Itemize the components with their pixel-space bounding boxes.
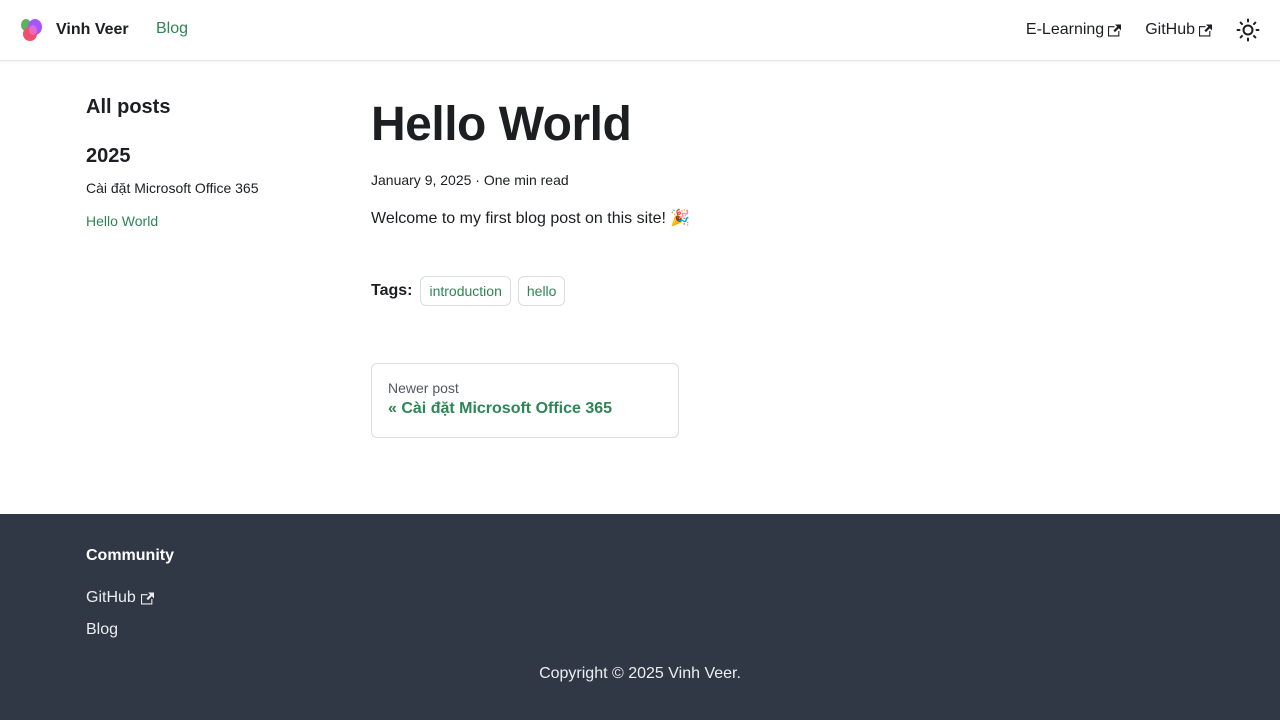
brand-logo-icon	[20, 18, 44, 42]
footer-copyright: Copyright © 2025 Vinh Veer.	[539, 665, 741, 682]
external-link-icon	[1199, 24, 1212, 36]
tags-label: Tags:	[371, 282, 413, 299]
footer-link-blog[interactable]: Blog	[86, 621, 118, 639]
post-meta: January 9, 2025 · One min read	[371, 172, 569, 188]
brand-title: Vinh Veer	[56, 21, 129, 38]
post-body: Welcome to my first blog post on this si…	[371, 210, 691, 227]
nav-link-github[interactable]: GitHub	[1145, 21, 1212, 39]
sun-icon	[1236, 18, 1260, 42]
tag-hello[interactable]: hello	[517, 276, 566, 306]
blog-sidebar: All posts 2025 Cài đặt Microsoft Office …	[86, 96, 326, 246]
post-tags: Tags: introduction hello	[371, 276, 1171, 306]
external-link-icon	[140, 592, 154, 604]
theme-toggle-button[interactable]	[1236, 18, 1260, 42]
newer-post-link[interactable]: Newer post « Cài đặt Microsoft Office 36…	[371, 363, 679, 438]
nav-link-blog[interactable]: Blog	[156, 20, 188, 38]
nav-link-elearning-label: E-Learning	[1025, 21, 1105, 38]
pager-label: « Cài đặt Microsoft Office 365	[388, 400, 613, 417]
nav-link-github-label: GitHub	[1145, 21, 1195, 38]
tag-introduction[interactable]: introduction	[420, 276, 511, 306]
brand-link[interactable]: Vinh Veer	[20, 18, 129, 42]
post-article: Hello World January 9, 2025 · One min re…	[371, 96, 1171, 438]
sidebar-item-hello-world[interactable]: Hello World	[86, 213, 326, 229]
footer: Community GitHub Blog Copyright © 2025 V…	[0, 514, 1280, 720]
footer-link-github[interactable]: GitHub	[86, 589, 154, 607]
nav-link-elearning[interactable]: E-Learning	[1025, 21, 1122, 39]
sidebar-item-office365[interactable]: Cài đặt Microsoft Office 365	[86, 180, 326, 196]
sidebar-year-heading: 2025	[86, 145, 131, 167]
navbar: Vinh Veer Blog E-Learning GitHub	[0, 0, 1280, 61]
footer-community-title: Community	[86, 547, 174, 564]
sidebar-title: All posts	[86, 96, 171, 118]
pager-sublabel: Newer post	[388, 380, 459, 396]
post-title: Hello World	[371, 98, 632, 151]
navbar-right: E-Learning GitHub	[1026, 18, 1260, 42]
footer-link-github-label: GitHub	[86, 589, 136, 606]
external-link-icon	[1108, 24, 1122, 36]
